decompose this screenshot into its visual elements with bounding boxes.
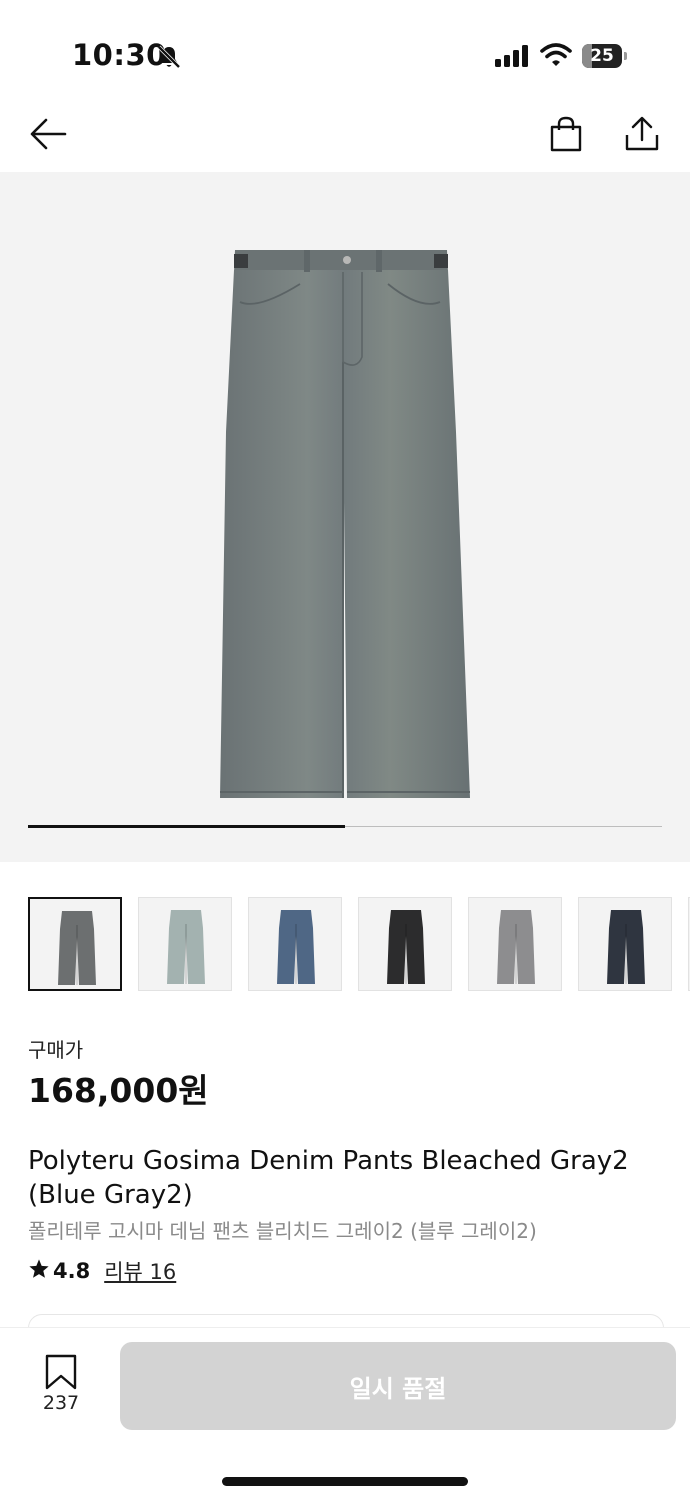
color-thumbnail[interactable] [358,897,452,991]
bookmark-button[interactable]: 237 [30,1352,92,1422]
color-thumbnail[interactable] [138,897,232,991]
sold-out-button[interactable]: 일시 품절 [120,1342,676,1430]
shopping-bag-icon [549,116,583,156]
color-thumbnail[interactable] [248,897,342,991]
bottom-action-bar: 237 일시 품절 [0,1328,690,1500]
price-value: 168,000원 [28,1071,209,1110]
color-thumbnails [28,897,690,993]
thumbnail-image [167,910,205,984]
color-thumbnail[interactable] [28,897,122,991]
color-thumbnail[interactable] [578,897,672,991]
product-image [220,250,470,798]
thumbnail-image [497,910,535,984]
thumbnail-image [58,911,96,985]
battery-cap [624,52,627,60]
product-image-gallery[interactable] [0,172,690,862]
status-bar: 10:30 25 [0,0,690,100]
star-icon [28,1258,50,1285]
home-indicator [222,1477,468,1486]
nav-bar [0,100,690,172]
gallery-progress-fill [28,825,345,828]
thumbnail-image [387,910,425,984]
rating-value: 4.8 [53,1259,91,1283]
bookmark-icon [44,1354,78,1394]
product-name-ko: 폴리테루 고시마 데님 팬츠 블리치드 그레이2 (블루 그레이2) [28,1219,537,1243]
bell-muted-icon [156,44,182,74]
share-icon [624,116,660,156]
cart-button[interactable] [542,112,590,160]
battery-level: 25 [590,46,614,66]
share-button[interactable] [618,112,666,160]
price-label: 구매가 [28,1038,84,1062]
rating-row: 4.8 리뷰 16 [28,1256,176,1286]
gallery-progress [28,825,662,828]
battery-indicator: 25 [582,44,622,68]
color-thumbnail[interactable] [468,897,562,991]
review-link[interactable]: 리뷰 16 [104,1256,176,1286]
back-button[interactable] [24,112,72,160]
bookmark-count: 237 [42,1392,80,1414]
cellular-signal-icon [494,44,530,72]
arrow-left-icon [28,117,68,155]
product-name-en: Polyteru Gosima Denim Pants Bleached Gra… [28,1146,629,1210]
thumbnail-image [277,910,315,984]
wifi-icon [540,42,572,72]
thumbnail-image [607,910,645,984]
status-time: 10:30 [72,38,167,72]
